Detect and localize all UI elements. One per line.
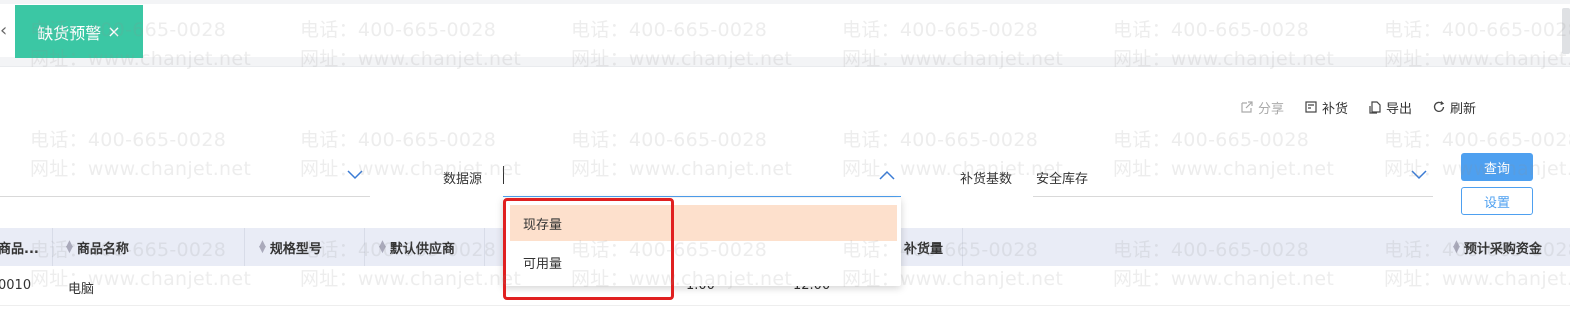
column-label: 规格型号 — [269, 241, 322, 257]
column-header-spec[interactable]: ▲ ▼ 规格型号 — [259, 228, 322, 266]
column-header-name[interactable]: ▲ ▼ 商品名称 — [66, 228, 129, 266]
cell-code: 0010 — [0, 278, 32, 293]
highlight-box — [503, 198, 674, 300]
sort-icon[interactable]: ▲ ▼ — [66, 240, 73, 255]
settings-button[interactable]: 设置 — [1461, 187, 1533, 215]
text-cursor — [503, 166, 504, 184]
sort-icon[interactable]: ▲ ▼ — [259, 240, 266, 255]
column-header-replenish-qty[interactable]: 补货量 — [904, 228, 943, 266]
tab-shortage-warning[interactable]: 缺货预警 × — [15, 5, 143, 58]
refresh-icon — [1433, 101, 1445, 112]
column-header-code[interactable]: 商品... — [0, 228, 39, 266]
sort-icon[interactable]: ▲ ▼ — [1453, 240, 1460, 255]
replenish-button[interactable]: 补货 — [1304, 98, 1348, 117]
query-button[interactable]: 查询 — [1461, 153, 1533, 181]
column-header-estimated-funds[interactable]: ▲ ▼ 预计采购资金 — [1453, 228, 1542, 266]
basis-label: 补货基数 — [960, 172, 1013, 187]
replenish-icon — [1305, 101, 1317, 113]
column-divider[interactable] — [484, 228, 485, 266]
share-label: 分享 — [1258, 101, 1285, 117]
filter-select-1[interactable] — [0, 166, 370, 197]
cell-name: 电脑 — [68, 282, 95, 297]
tab-bar: ‹ 缺货预警 × — [0, 0, 1570, 67]
column-label: 商品名称 — [76, 241, 129, 257]
basis-value: 安全库存 — [1036, 172, 1089, 187]
datasource-select[interactable] — [503, 166, 901, 197]
sort-icon[interactable]: ▲ ▼ — [379, 240, 386, 255]
column-header-supplier[interactable]: ▲ ▼ 默认供应商 — [379, 228, 455, 266]
row-divider — [0, 305, 1570, 306]
share-icon — [1241, 101, 1253, 113]
refresh-button[interactable]: 刷新 — [1432, 98, 1476, 117]
chevron-down-icon[interactable] — [1411, 170, 1427, 180]
tab-title: 缺货预警 — [37, 23, 102, 43]
chevron-down-icon[interactable] — [347, 170, 363, 180]
column-label: 预计采购资金 — [1463, 241, 1542, 257]
export-button[interactable]: 导出 — [1368, 98, 1412, 117]
close-icon[interactable]: × — [107, 22, 120, 41]
toolbar: 分享 补货 导出 刷新 — [1240, 96, 1476, 118]
basis-select[interactable] — [1033, 166, 1433, 197]
tab-strip — [0, 4, 1570, 57]
column-divider[interactable] — [244, 228, 245, 266]
tab-scrollbar[interactable] — [1562, 8, 1570, 54]
column-label: 商品... — [0, 241, 39, 257]
column-label: 默认供应商 — [389, 241, 455, 257]
tab-prev-arrow-icon[interactable]: ‹ — [0, 22, 7, 40]
chevron-up-icon[interactable] — [879, 170, 895, 180]
export-label: 导出 — [1386, 101, 1413, 117]
refresh-label: 刷新 — [1450, 101, 1477, 117]
column-label: 补货量 — [904, 241, 944, 257]
column-divider[interactable] — [962, 228, 963, 266]
replenish-label: 补货 — [1322, 101, 1349, 117]
column-divider[interactable] — [364, 228, 365, 266]
column-divider[interactable] — [52, 228, 53, 266]
export-icon — [1369, 101, 1381, 114]
datasource-label: 数据源 — [443, 172, 483, 187]
share-button[interactable]: 分享 — [1240, 98, 1284, 117]
